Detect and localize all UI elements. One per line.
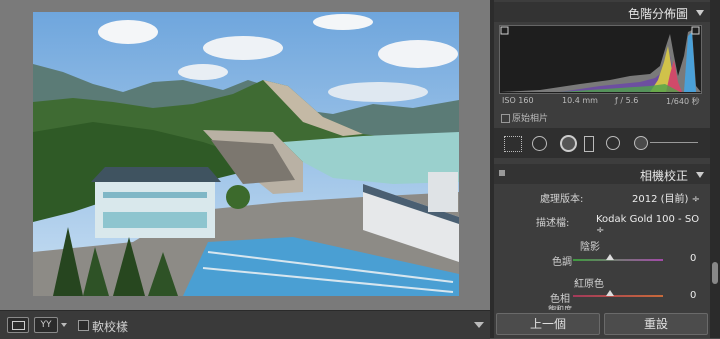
view-mode-dropdown-icon[interactable] (61, 323, 67, 327)
red-eye-icon[interactable] (560, 135, 577, 152)
tint-value[interactable]: 0 (690, 253, 696, 264)
crop-tool-icon[interactable] (504, 136, 522, 152)
bottom-toolbar: YY 軟校樣 (0, 310, 490, 339)
loupe-view-icon (12, 321, 25, 330)
toolbar-menu-icon[interactable] (474, 322, 484, 328)
histogram-title: 色階分佈圖 (627, 7, 688, 21)
spot-removal-icon[interactable] (532, 136, 547, 151)
photo-canvas (0, 0, 490, 338)
shutter-readout: 1/640 秒 (666, 97, 700, 106)
hue-value[interactable]: 0 (690, 290, 696, 301)
tint-slider-thumb[interactable] (606, 254, 614, 260)
focal-length-readout: 10.4 mm (562, 96, 598, 105)
saturation-label: 飽和度 (548, 305, 572, 310)
process-select[interactable]: 2012 (目前) ÷ (632, 190, 700, 205)
soft-proof-checkbox[interactable] (78, 320, 89, 331)
brush-size-slider[interactable] (650, 142, 698, 143)
scrollbar-thumb[interactable] (712, 262, 718, 284)
tint-label: 色調 (552, 257, 572, 268)
soft-proof-label: 軟校樣 (92, 320, 129, 334)
camera-calibration-title: 相機校正 (639, 169, 688, 183)
tint-slider-track[interactable] (573, 259, 663, 261)
hue-label: 色相 (550, 294, 570, 305)
profile-label: 描述檔: (536, 218, 570, 229)
red-primary-label: 紅原色 (574, 279, 604, 290)
histogram-graph[interactable] (499, 25, 702, 94)
adjustment-brush-icon[interactable] (634, 136, 648, 150)
loupe-view-button[interactable] (7, 317, 29, 333)
hue-slider-track[interactable] (573, 295, 663, 297)
compare-view-button[interactable]: YY (34, 317, 58, 333)
aperture-readout: ƒ / 5.6 (615, 96, 639, 105)
panel-scrollbar[interactable] (710, 0, 720, 338)
hue-slider-thumb[interactable] (606, 290, 614, 296)
original-photo-checkbox[interactable] (501, 114, 510, 123)
histogram-header[interactable]: 色階分佈圖 (494, 2, 710, 22)
reset-button[interactable]: 重設 (604, 313, 708, 335)
original-photo-label: 原始相片 (512, 114, 549, 124)
process-label: 處理版本: (540, 194, 584, 205)
profile-select[interactable]: Kodak Gold 100 - SO ÷ (596, 214, 710, 236)
shadows-label: 陰影 (580, 242, 600, 253)
graduated-filter-icon[interactable] (584, 136, 594, 152)
collapse-icon[interactable] (696, 10, 704, 16)
photo-preview[interactable] (33, 12, 459, 296)
previous-button[interactable]: 上一個 (496, 313, 600, 335)
right-panel: 色階分佈圖 ISO 160 10.4 mm ƒ / 5.6 1/640 秒 原始… (494, 0, 710, 338)
tool-strip (494, 128, 710, 158)
collapse-icon[interactable] (696, 172, 704, 178)
panel-toggle-icon[interactable] (499, 170, 505, 176)
camera-calibration-header[interactable]: 相機校正 (494, 164, 710, 184)
iso-readout: ISO 160 (502, 96, 534, 105)
radial-filter-icon[interactable] (606, 136, 620, 150)
